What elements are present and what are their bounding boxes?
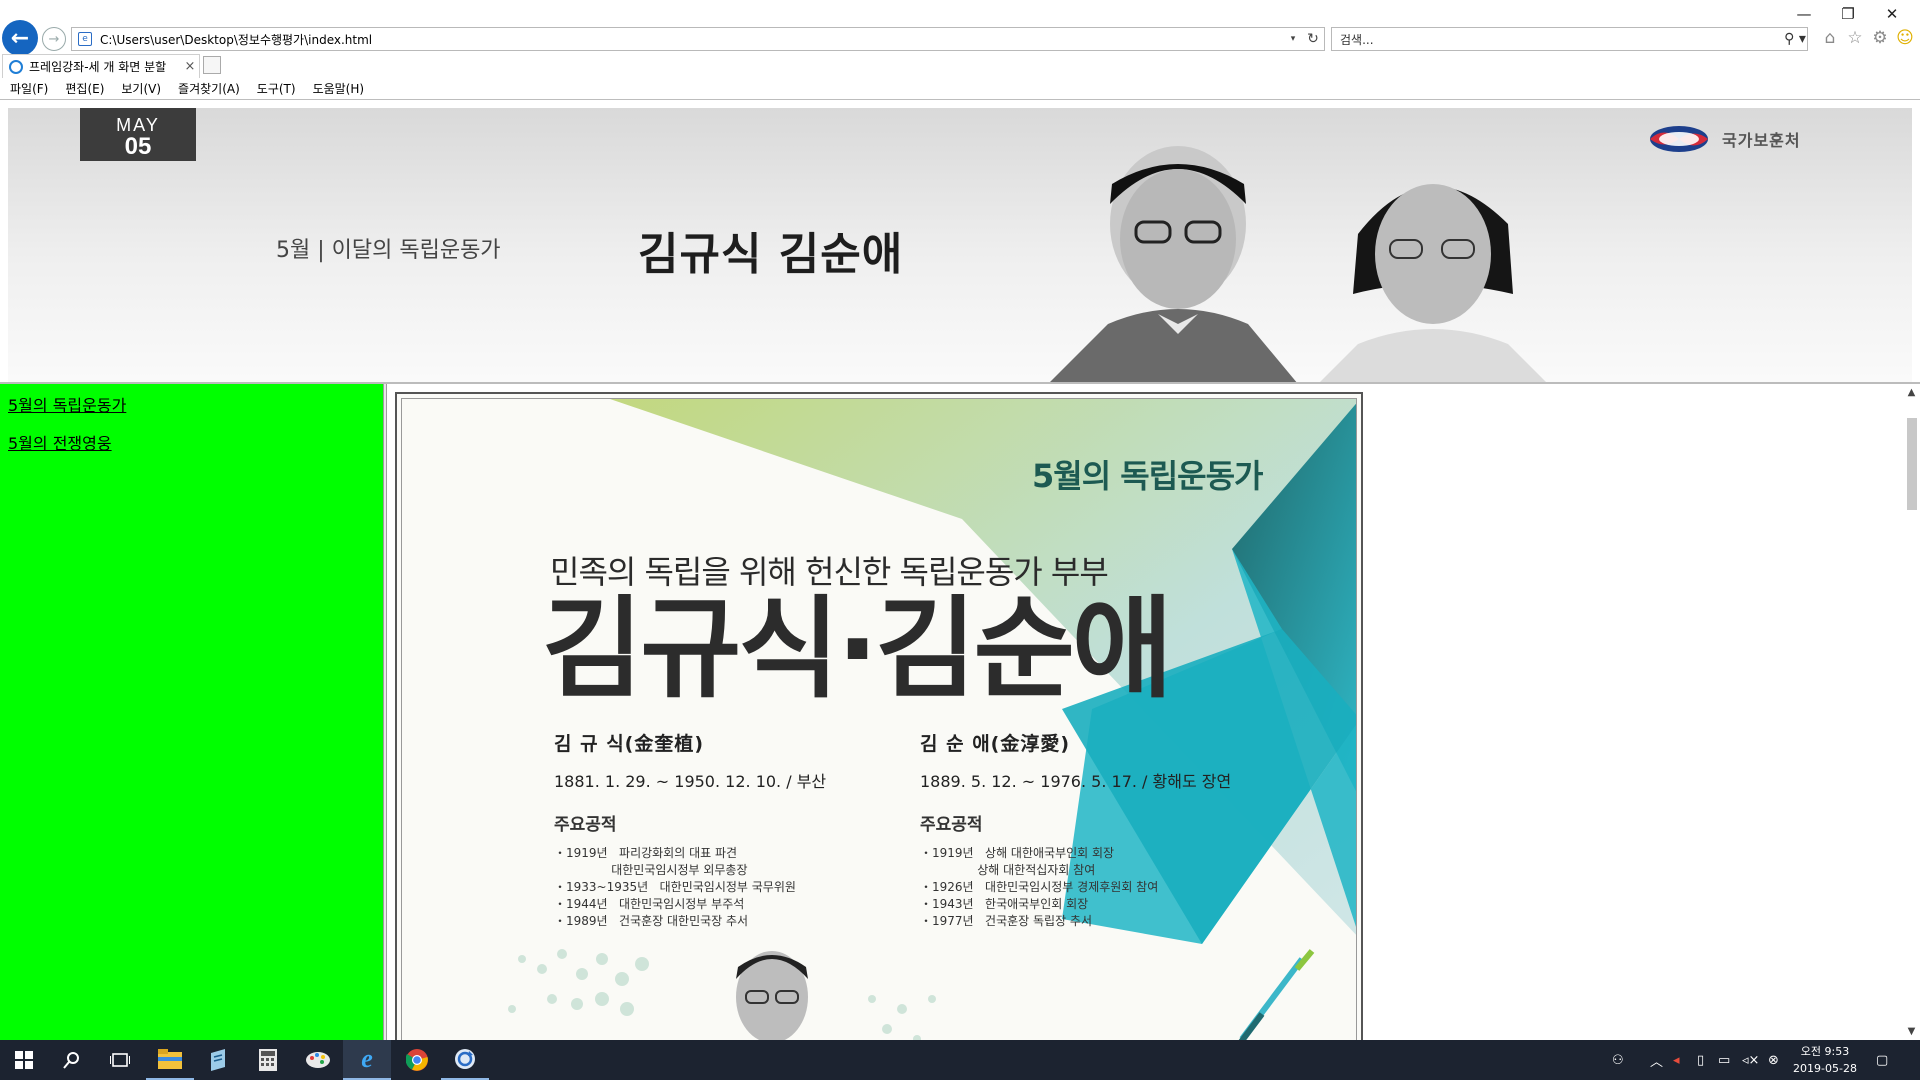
menu-tools[interactable]: 도구(T) <box>257 80 296 97</box>
poster-column-left: 김 규 식(金奎植) 1881. 1. 29. ~ 1950. 12. 10. … <box>554 729 914 930</box>
task-view-button[interactable] <box>96 1040 144 1080</box>
people-icon[interactable]: ⚇ <box>1612 1040 1624 1080</box>
search-input[interactable]: 검색... <box>1340 31 1783 48</box>
volume-muted-icon[interactable]: ◃× <box>1742 1040 1759 1080</box>
chrome-icon <box>406 1049 428 1071</box>
task-view-icon <box>110 1053 130 1067</box>
poster-column-right: 김 순 애(金淳愛) 1889. 5. 12. ~ 1976. 5. 17. /… <box>920 729 1280 930</box>
vertical-scrollbar[interactable]: ▲ ▼ <box>1903 384 1920 1040</box>
left-name: 김 규 식(金奎植) <box>554 733 705 755</box>
banner-month-line: 5월 | 이달의 독립운동가 <box>276 238 501 263</box>
tab-label: 프레임강좌-세 개 화면 분할 <box>29 60 167 74</box>
left-nav-frame: 5월의 독립운동가 5월의 전쟁영웅 <box>0 384 383 1040</box>
right-achievements: ・1919년 상해 대한애국부인회 회장 상해 대한적십자회 참여 ・1926년… <box>920 846 1159 928</box>
right-dates: 1889. 5. 12. ~ 1976. 5. 17. / 황해도 장연 <box>920 772 1232 791</box>
scrollbar-thumb[interactable] <box>1907 418 1917 510</box>
taskbar-chrome[interactable] <box>393 1040 441 1080</box>
poster-header: 5월의 독립운동가 <box>1032 457 1263 495</box>
address-bar[interactable]: e C:\Users\user\Desktop\정보수행평가\index.htm… <box>71 27 1325 51</box>
may-badge: MAY 05 <box>80 108 196 161</box>
address-dropdown-icon[interactable]: ▾ <box>1284 34 1302 44</box>
battery-icon[interactable]: ▯ <box>1697 1040 1704 1080</box>
home-icon[interactable]: ⌂ <box>1819 27 1841 49</box>
ime-status-icon[interactable]: ⊗ <box>1768 1040 1779 1080</box>
taskbar-calculator-app[interactable] <box>244 1040 292 1080</box>
nav-link-independence-activist[interactable]: 5월의 독립운동가 <box>8 392 375 416</box>
search-box[interactable]: 검색... ⚲ ▾ <box>1331 27 1808 51</box>
menu-file[interactable]: 파일(F) <box>10 80 48 97</box>
taskbar-paint-app[interactable] <box>294 1040 342 1080</box>
clock-time: 오전 9:53 <box>1800 1045 1850 1058</box>
address-url[interactable]: C:\Users\user\Desktop\정보수행평가\index.html <box>100 31 1284 48</box>
new-tab-button[interactable] <box>203 56 221 74</box>
left-achievements: ・1919년 파리강화회의 대표 파견 대한민국임시정부 외무총장 ・1933~… <box>554 846 796 928</box>
notepad-icon <box>211 1049 225 1071</box>
taskbar-internet-explorer[interactable]: e <box>343 1040 391 1080</box>
scroll-down-icon[interactable]: ▼ <box>1903 1023 1920 1040</box>
restore-button[interactable]: ❐ <box>1828 2 1868 26</box>
search-icon[interactable]: ⚲ ▾ <box>1783 31 1807 47</box>
paint-palette-icon <box>306 1052 330 1068</box>
banner-frame: MAY 05 국가보훈처 5월 | 이달의 독립운동가 김규식 김순애 <box>8 108 1912 382</box>
internet-explorer-icon: e <box>361 1044 373 1073</box>
minimize-button[interactable]: — <box>1784 2 1824 26</box>
forward-button[interactable]: → <box>42 27 66 51</box>
poster-portrait-image <box>736 951 808 1040</box>
nav-link-war-hero[interactable]: 5월의 전쟁영웅 <box>8 430 375 454</box>
menu-bar: 파일(F) 편집(E) 보기(V) 즐겨찾기(A) 도구(T) 도움말(H) <box>0 78 1920 100</box>
left-heading: 주요공적 <box>554 815 617 835</box>
back-button[interactable]: ← <box>2 20 38 56</box>
tab-active[interactable]: 프레임강좌-세 개 화면 분할 × <box>2 54 200 78</box>
arrow-left-icon: ← <box>10 25 30 51</box>
favorites-star-icon[interactable]: ☆ <box>1844 27 1866 49</box>
taskbar-clock[interactable]: 오전 9:53 2019-05-28 <box>1790 1043 1860 1077</box>
show-hidden-icons-chevron-icon[interactable]: ︿ <box>1650 1040 1663 1080</box>
poster-title: 김규식·김순애 <box>542 585 1173 713</box>
taskbar-notepad-app[interactable] <box>194 1040 242 1080</box>
notification-center-icon[interactable]: ▢ <box>1876 1040 1888 1080</box>
arrow-right-icon: → <box>48 31 60 47</box>
tab-close-icon[interactable]: × <box>181 59 199 74</box>
start-button[interactable] <box>0 1040 48 1080</box>
page-icon: e <box>78 32 92 46</box>
network-icon[interactable]: ▭ <box>1718 1040 1730 1080</box>
ministry-logo: 국가보훈처 <box>1648 124 1801 154</box>
ie-tab-icon <box>9 59 23 74</box>
calculator-icon <box>259 1049 277 1071</box>
poster-inner: 5월의 독립운동가 민족의 독립을 위해 헌신한 독립운동가 부부 김규식·김순… <box>401 398 1357 1040</box>
windows-taskbar: e ⚇ ︿ ◂ ▯ ▭ ◃× ⊗ 오전 9:53 2019-05-28 ▢ <box>0 1040 1920 1080</box>
left-dates: 1881. 1. 29. ~ 1950. 12. 10. / 부산 <box>554 772 827 791</box>
taskbar-file-explorer[interactable] <box>146 1040 194 1080</box>
banner-names: 김규식 김순애 <box>638 229 904 280</box>
refresh-circle-app-icon <box>455 1049 475 1069</box>
portrait-kim-gyusik-image <box>1050 146 1297 382</box>
badge-month: MAY <box>116 115 160 135</box>
scroll-up-icon[interactable]: ▲ <box>1903 384 1920 401</box>
windows-logo-icon <box>15 1051 33 1069</box>
menu-view[interactable]: 보기(V) <box>121 80 161 97</box>
taskbar-search-button[interactable] <box>48 1040 96 1080</box>
menu-favorites[interactable]: 즐겨찾기(A) <box>178 80 240 97</box>
browser-chrome: — ❐ ✕ ← → e C:\Users\user\Desktop\정보수행평가… <box>0 0 1920 100</box>
menu-help[interactable]: 도움말(H) <box>313 80 365 97</box>
portrait-kim-sunae-image <box>1320 184 1546 382</box>
right-name: 김 순 애(金淳愛) <box>920 733 1071 755</box>
poster-image: 5월의 독립운동가 민족의 독립을 위해 헌신한 독립운동가 부부 김규식·김순… <box>395 392 1363 1040</box>
ministry-name: 국가보훈처 <box>1722 131 1801 150</box>
menu-edit[interactable]: 편집(E) <box>65 80 104 97</box>
taskbar-app-circle[interactable] <box>441 1040 489 1080</box>
settings-gear-icon[interactable]: ⚙ <box>1869 27 1891 49</box>
warning-flag-icon[interactable]: ◂ <box>1673 1040 1680 1080</box>
search-icon <box>63 1052 79 1069</box>
badge-day: 05 <box>124 133 152 160</box>
folder-icon <box>158 1049 182 1069</box>
main-content-frame: 5월의 독립운동가 민족의 독립을 위해 헌신한 독립운동가 부부 김규식·김순… <box>387 384 1920 1040</box>
smiley-feedback-icon[interactable]: ☺ <box>1894 27 1916 49</box>
refresh-icon[interactable]: ↻ <box>1302 31 1324 47</box>
taegeuk-emblem-icon <box>1650 126 1708 152</box>
clock-date: 2019-05-28 <box>1793 1062 1857 1075</box>
close-window-button[interactable]: ✕ <box>1872 2 1912 26</box>
right-heading: 주요공적 <box>920 815 983 835</box>
